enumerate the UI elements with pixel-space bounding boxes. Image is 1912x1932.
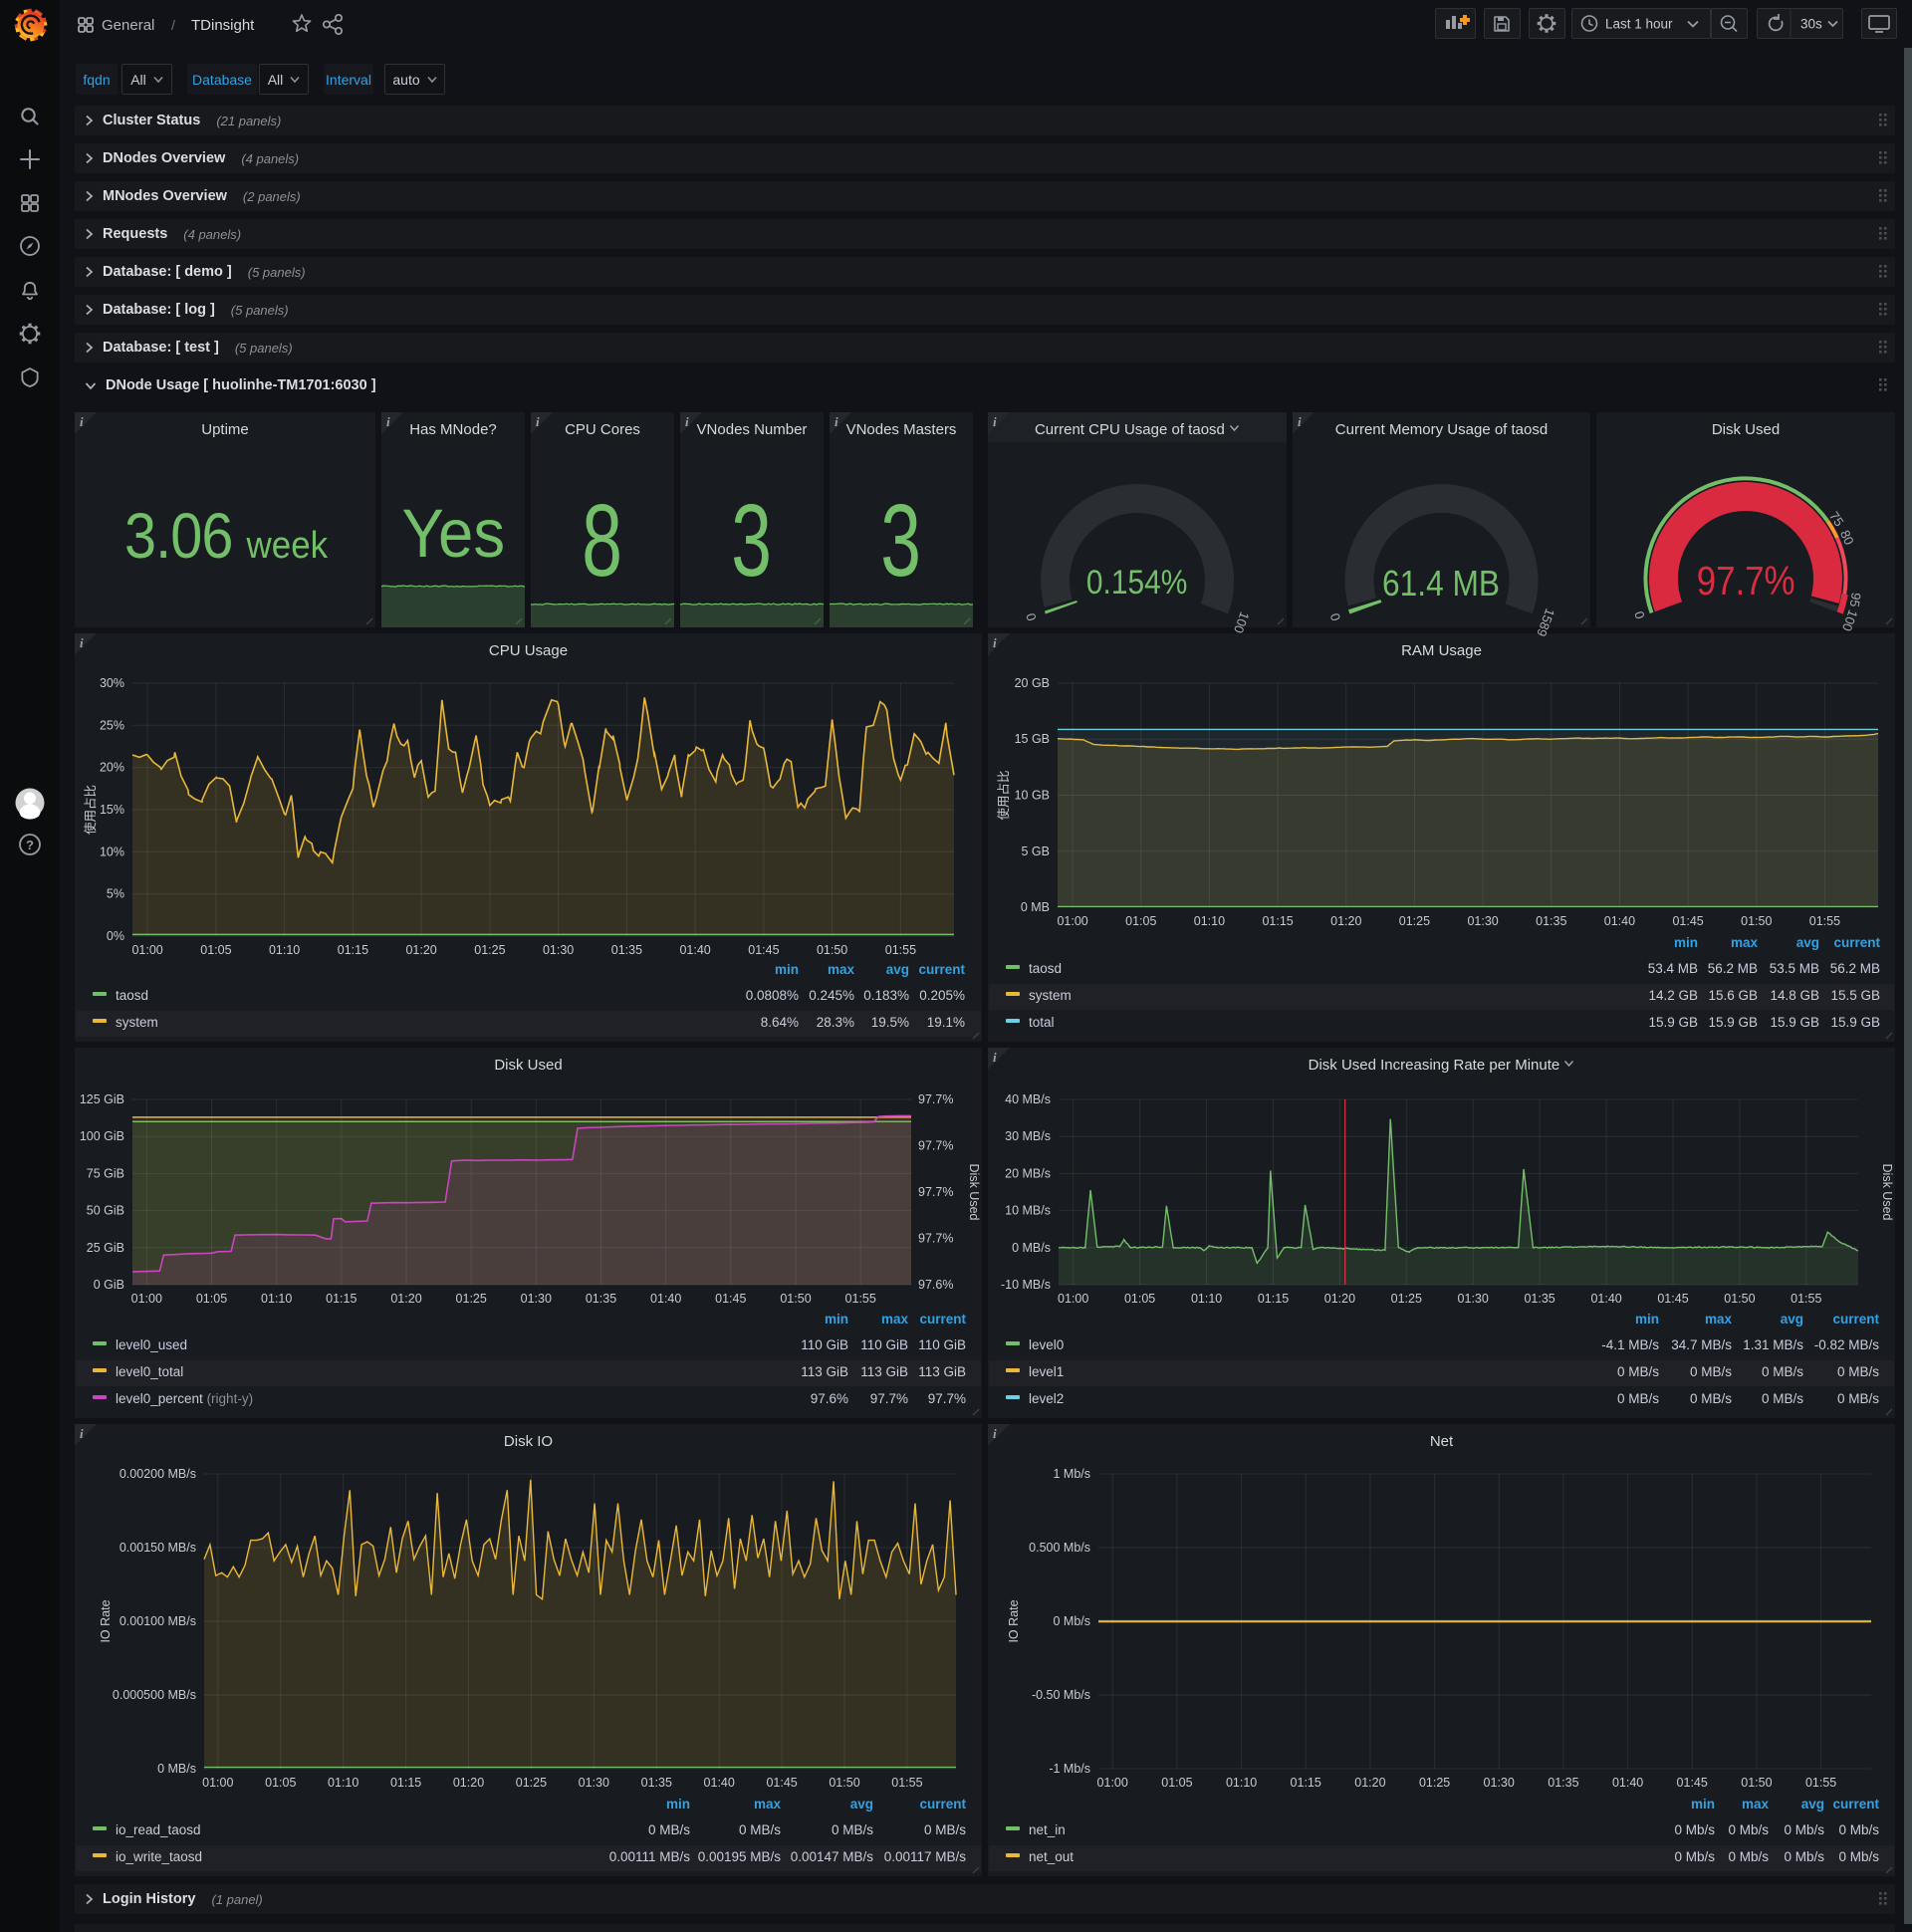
svg-text:Last 1 hour: Last 1 hour — [1605, 17, 1673, 32]
svg-text:?: ? — [26, 838, 34, 852]
svg-text:30s: 30s — [1800, 17, 1822, 32]
